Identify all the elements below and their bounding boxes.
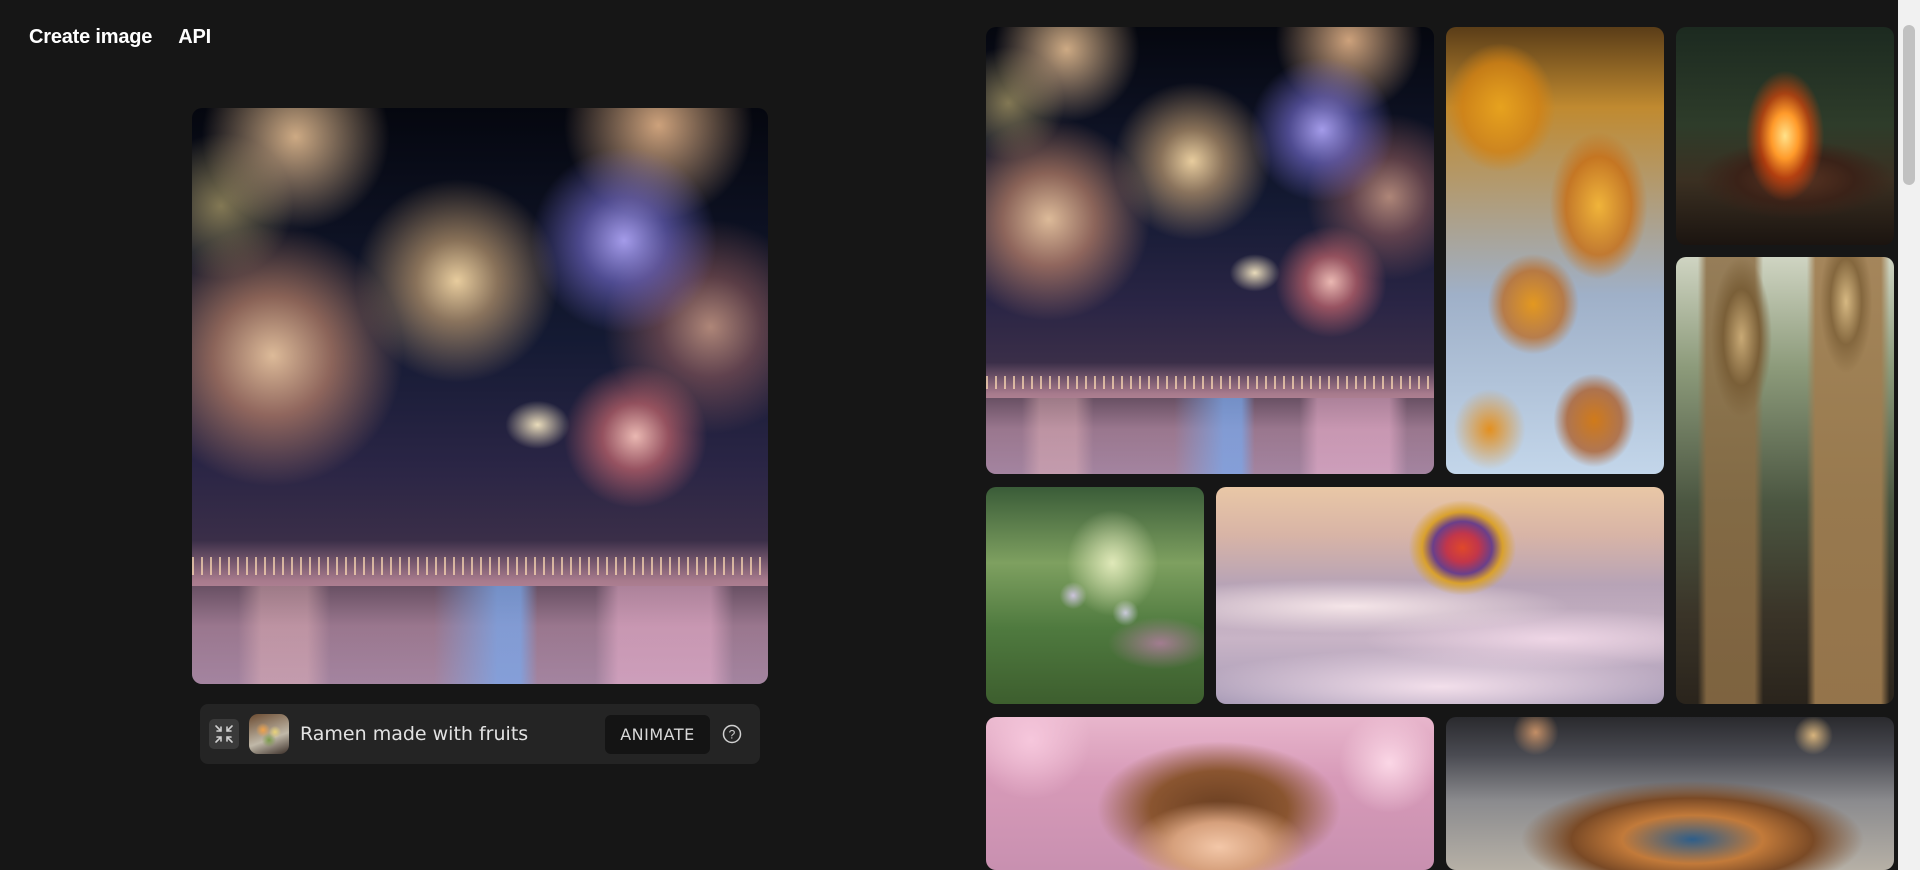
- gallery-image-autumn-leaves[interactable]: [1446, 27, 1664, 474]
- gallery-image-robots[interactable]: [1676, 257, 1894, 704]
- prompt-text: Ramen made with fruits: [300, 723, 529, 745]
- help-symbol: ?: [729, 728, 736, 742]
- collapse-icon: [215, 725, 233, 743]
- gallery-image-dragon[interactable]: [1446, 717, 1894, 870]
- gallery-image-balloon[interactable]: [1216, 487, 1664, 704]
- prompt-thumbnail[interactable]: [249, 714, 289, 754]
- harbor-lights: [192, 557, 768, 575]
- gallery-image-fireworks[interactable]: [986, 27, 1434, 474]
- animate-button[interactable]: ANIMATE: [605, 715, 710, 754]
- gallery-image-campfire[interactable]: [1676, 27, 1894, 245]
- water-reflection: [192, 586, 768, 684]
- water-reflection: [986, 398, 1434, 474]
- gallery-image-cherry-blossom-girl[interactable]: [986, 717, 1434, 870]
- top-nav: Create image API: [29, 26, 211, 49]
- page-scrollbar[interactable]: [1898, 0, 1920, 870]
- api-link[interactable]: API: [178, 26, 211, 49]
- scrollbar-thumb[interactable]: [1903, 25, 1915, 185]
- create-image-link[interactable]: Create image: [29, 26, 152, 49]
- harbor-lights: [986, 375, 1434, 390]
- help-circle-icon[interactable]: ?: [722, 724, 742, 744]
- collapse-button[interactable]: [209, 719, 239, 749]
- prompt-bar: Ramen made with fruits ANIMATE ?: [200, 704, 760, 764]
- main-preview-image[interactable]: [192, 108, 768, 684]
- gallery-image-fairies[interactable]: [986, 487, 1204, 704]
